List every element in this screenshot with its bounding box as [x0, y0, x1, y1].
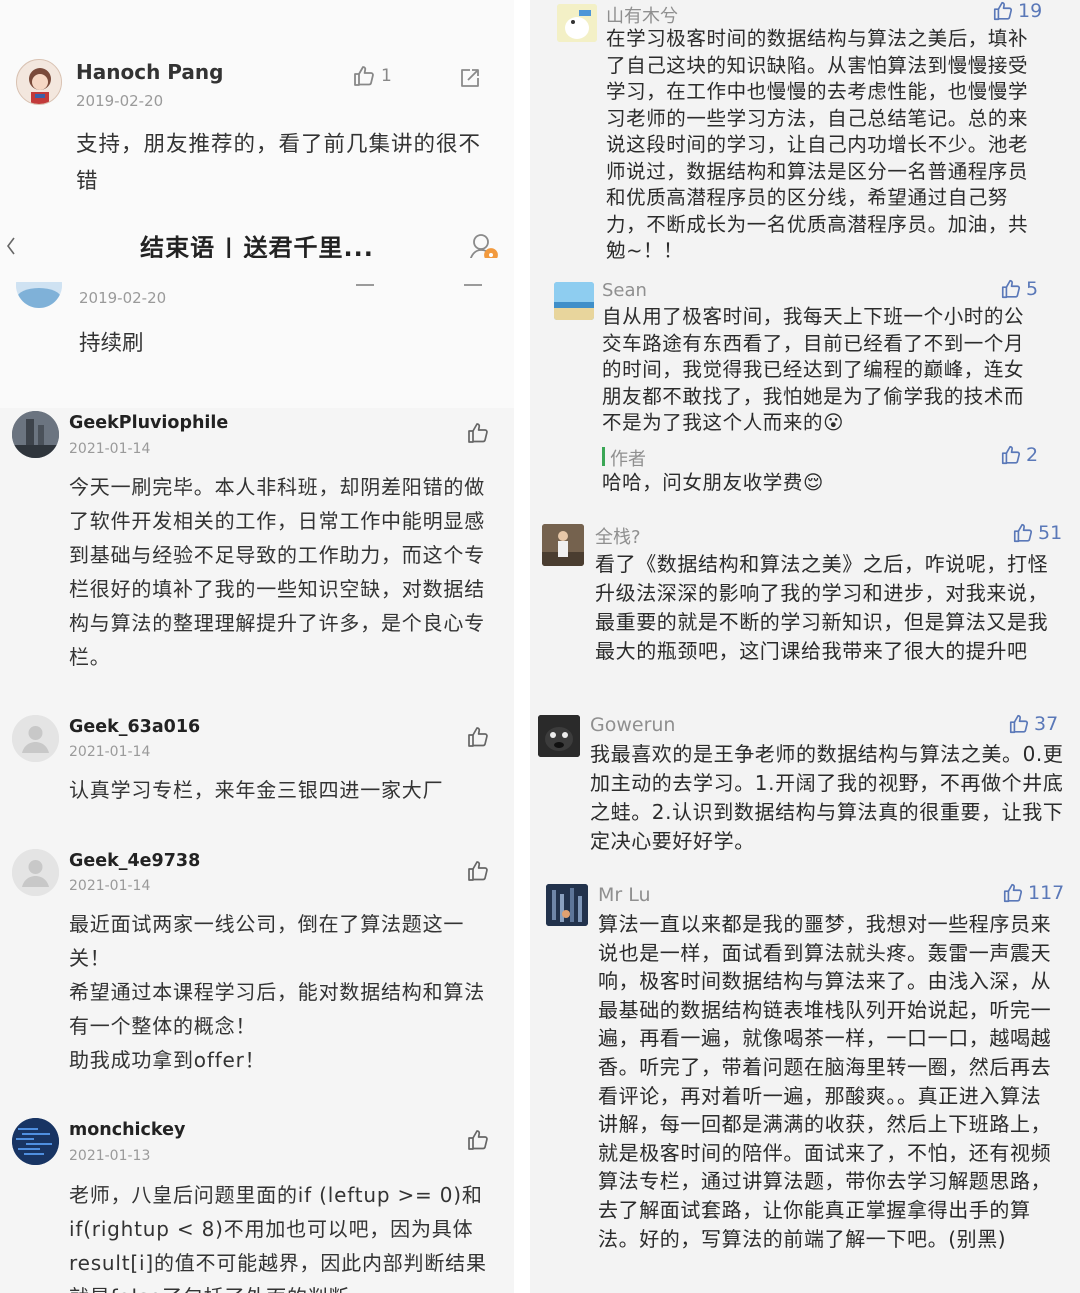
comment-text: 认真学习专栏，来年金三银四进一家大厂 [69, 778, 444, 802]
thumbs-up-icon [1003, 883, 1023, 903]
thumbs-up-icon [993, 1, 1013, 21]
like-button[interactable]: 19 [992, 0, 1042, 22]
panel-separator [514, 0, 530, 1293]
thumbs-up-icon [468, 727, 488, 747]
thumbs-up-icon [468, 423, 488, 443]
like-button[interactable]: 117 [1002, 882, 1064, 904]
like-button[interactable]: 5 [1000, 278, 1038, 300]
username[interactable]: GeekPluviophile [69, 413, 228, 433]
like-count: 117 [1028, 882, 1065, 904]
comment-text: 持续刷 [79, 331, 144, 356]
like-count: 37 [1034, 713, 1059, 735]
thumbs-up-icon [1001, 445, 1021, 465]
share-icon[interactable] [458, 66, 482, 94]
like-button[interactable]: 37 [1008, 713, 1058, 735]
comment-text: 算法一直以来都是我的噩梦，我想对一些程序员来说也是一样，面试看到算法就头疼。轰雷… [598, 912, 1052, 1251]
username[interactable]: 山有木兮 [606, 2, 678, 28]
avatar[interactable] [538, 715, 580, 757]
username[interactable]: Hanoch Pang [76, 60, 223, 84]
username[interactable]: 全栈? [595, 523, 641, 549]
comment-line: 助我成功拿到offer！ [69, 1048, 266, 1072]
comment-text: 支持，朋友推荐的，看了前几集讲的很不错 [76, 132, 482, 194]
like-button[interactable]: 1 [352, 64, 392, 88]
like-count: 1 [381, 66, 392, 86]
like-count: 5 [1026, 278, 1039, 300]
username[interactable]: Geek_63a016 [69, 717, 200, 737]
username[interactable]: Gowerun [590, 714, 675, 736]
scroll-dash [356, 284, 374, 286]
like-button[interactable] [466, 725, 490, 749]
divider [0, 258, 514, 282]
comment-text: 看了《数据结构和算法之美》之后，咋说呢，打怪升级法深深的影响了我的学习和进步，对… [595, 552, 1049, 663]
comment-line: 希望通过本课程学习后，能对数据结构和算法有一个整体的概念！ [69, 980, 485, 1038]
comment-date: 2021-01-14 [69, 878, 151, 894]
like-button[interactable]: 2 [1000, 444, 1038, 466]
reply-text: 哈哈，问女朋友收学费😌 [602, 471, 824, 494]
avatar[interactable] [16, 59, 62, 105]
avatar[interactable] [12, 1118, 59, 1165]
thumbs-up-icon [1001, 279, 1021, 299]
username[interactable]: Geek_4e9738 [69, 851, 200, 871]
thumbs-up-icon [1009, 714, 1029, 734]
comment-date: 2019-02-20 [79, 289, 167, 307]
comment-date: 2019-02-20 [76, 92, 164, 110]
author-reply-bar [602, 447, 605, 466]
like-button[interactable] [466, 421, 490, 445]
comment-line: 最近面试两家一线公司，倒在了算法题这一关！ [69, 912, 465, 970]
avatar[interactable] [12, 715, 59, 762]
comment-date: 2021-01-14 [69, 744, 151, 760]
right-comments-panel: 山有木兮 19 在学习极客时间的数据结构与算法之美后，填补了自己这块的知识缺陷。… [530, 0, 1080, 1293]
author-label: 作者 [610, 449, 646, 470]
comment-date: 2021-01-13 [69, 1148, 151, 1164]
comment-text: 最近面试两家一线公司，倒在了算法题这一关！ 希望通过本课程学习后，能对数据结构和… [69, 907, 497, 1077]
username[interactable]: Sean [602, 280, 647, 301]
comment-text: 在学习极客时间的数据结构与算法之美后，填补了自己这块的知识缺陷。从害怕算法到慢慢… [606, 27, 1029, 262]
like-count: 51 [1038, 522, 1063, 544]
username[interactable]: Mr Lu [598, 884, 651, 906]
thumbs-up-icon [1013, 523, 1033, 543]
left-comments-panel: Hanoch Pang 2019-02-20 1 支持，朋友推荐的，看了前几集讲… [0, 0, 514, 1293]
avatar[interactable] [12, 411, 59, 458]
avatar[interactable] [542, 524, 584, 566]
like-count: 19 [1018, 0, 1043, 22]
username[interactable]: monchickey [69, 1120, 185, 1140]
avatar[interactable] [557, 4, 597, 42]
avatar[interactable] [12, 849, 59, 896]
thumbs-up-icon [468, 861, 488, 881]
comment-date: 2021-01-14 [69, 441, 151, 457]
comment-text: 我最喜欢的是王争老师的数据结构与算法之美。0.更加主动的去学习。1.开阔了我的视… [590, 742, 1064, 853]
thumbs-up-icon [468, 1130, 488, 1150]
like-button[interactable] [466, 859, 490, 883]
comment-text: 自从用了极客时间，我每天上下班一个小时的公交车路途有东西看了，目前已经看了不到一… [602, 305, 1025, 434]
scroll-dash [464, 284, 482, 286]
avatar[interactable] [546, 884, 588, 926]
avatar[interactable] [554, 282, 594, 320]
comment-text: 老师，八皇后问题里面的if (leftup >= 0)和if(rightup <… [69, 1183, 487, 1293]
like-button[interactable]: 51 [1012, 522, 1062, 544]
like-button[interactable] [466, 1128, 490, 1152]
thumbs-up-icon [354, 66, 374, 86]
comment-text: 今天一刷完毕。本人非科班，却阴差阳错的做了软件开发相关的工作，日常工作中能明显感… [69, 475, 485, 669]
like-count: 2 [1026, 444, 1039, 466]
